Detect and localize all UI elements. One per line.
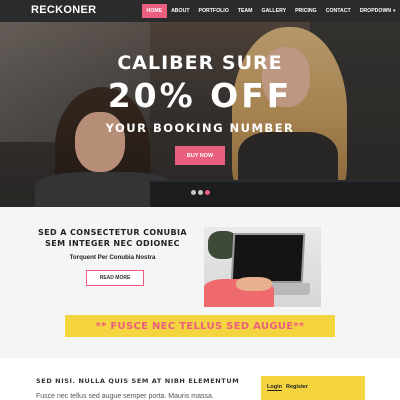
feature-image bbox=[204, 227, 321, 307]
promo-banner: ** FUSCE NEC TELLUS SED AUGUE** bbox=[65, 315, 335, 337]
nav-item-about[interactable]: ABOUT bbox=[167, 4, 194, 18]
feature-heading-line-1: SED A CONSECTETUR CONUBIA bbox=[37, 228, 188, 237]
nav-item-pricing[interactable]: PRICING bbox=[291, 4, 322, 18]
main-menu: HOME ABOUT PORTFOLIO TEAM GALLERY PRICIN… bbox=[142, 4, 400, 18]
nav-item-dropdown[interactable]: DROPDOWN ▾ bbox=[355, 4, 400, 18]
buy-now-button[interactable]: BUY NOW bbox=[175, 146, 225, 165]
login-panel: Login Register bbox=[261, 376, 365, 400]
nav-item-portfolio[interactable]: PORTFOLIO bbox=[194, 4, 233, 18]
slider-dot-3[interactable] bbox=[205, 190, 210, 195]
image-laptop-screen bbox=[230, 233, 306, 283]
nav-item-home[interactable]: HOME bbox=[142, 4, 167, 18]
hero-title: CALIBER SURE bbox=[117, 52, 283, 74]
content-heading: SED NISI. NULLA QUIS SEM AT NIBH ELEMENT… bbox=[36, 377, 240, 385]
feature-heading-line-2: SEM INTEGER NEC ODIONEC bbox=[45, 239, 180, 248]
tab-login[interactable]: Login bbox=[267, 384, 282, 391]
tab-register[interactable]: Register bbox=[286, 384, 308, 390]
hero-slider: CALIBER SURE 20% OFF YOUR BOOKING NUMBER… bbox=[0, 22, 400, 207]
content-section: SED NISI. NULLA QUIS SEM AT NIBH ELEMENT… bbox=[0, 358, 400, 400]
slider-dot-2[interactable] bbox=[198, 190, 203, 195]
image-hand bbox=[236, 277, 272, 291]
feature-section: SED A CONSECTETUR CONUBIA SEM INTEGER NE… bbox=[0, 207, 400, 358]
nav-item-contact[interactable]: CONTACT bbox=[321, 4, 355, 18]
top-navbar: RECKONER HOME ABOUT PORTFOLIO TEAM GALLE… bbox=[0, 0, 400, 22]
hero-subtitle: YOUR BOOKING NUMBER bbox=[105, 121, 295, 135]
nav-item-gallery[interactable]: GALLERY bbox=[257, 4, 291, 18]
nav-item-team[interactable]: TEAM bbox=[233, 4, 257, 18]
caret-down-icon: ▾ bbox=[393, 8, 396, 13]
slider-dot-1[interactable] bbox=[191, 190, 196, 195]
dropdown-label: DROPDOWN bbox=[359, 8, 392, 14]
read-more-button[interactable]: READ MORE bbox=[86, 270, 144, 286]
hero-discount: 20% OFF bbox=[107, 76, 293, 115]
slider-dots bbox=[191, 190, 210, 195]
content-text: Fusce nec tellus sed augue semper porta.… bbox=[36, 393, 214, 400]
feature-heading: SED A CONSECTETUR CONUBIA SEM INTEGER NE… bbox=[30, 227, 195, 249]
site-logo[interactable]: RECKONER bbox=[31, 4, 96, 16]
feature-subheading: Torquent Per Conubia Nostra bbox=[69, 254, 156, 261]
